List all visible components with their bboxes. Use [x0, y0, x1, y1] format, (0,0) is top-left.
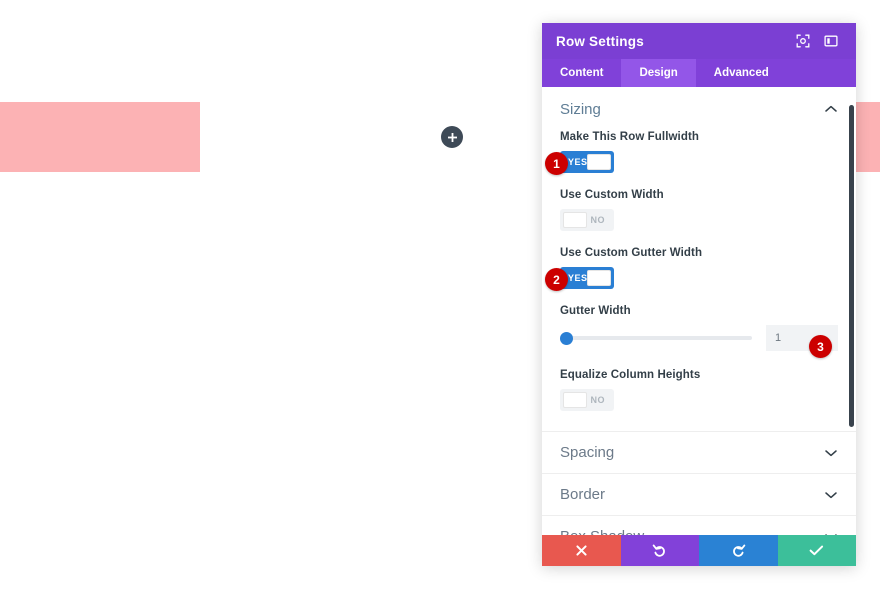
toggle-use-custom-gutter-width[interactable]: YES	[560, 267, 614, 289]
toggle-knob	[563, 212, 587, 228]
field-make-row-fullwidth: Make This Row Fullwidth 1 YES	[545, 131, 838, 175]
field-use-custom-gutter-width: Use Custom Gutter Width 2 YES	[545, 247, 838, 291]
section-title-sizing: Sizing	[560, 100, 601, 118]
section-title-box-shadow: Box Shadow	[560, 528, 824, 535]
label-use-custom-width: Use Custom Width	[560, 189, 664, 201]
chevron-down-icon	[824, 488, 838, 502]
redo-icon	[731, 543, 746, 558]
save-button[interactable]	[777, 535, 856, 566]
toggle-value-make-row-fullwidth: YES	[568, 157, 588, 167]
label-gutter-width: Gutter Width	[560, 305, 631, 317]
focus-target-icon	[796, 34, 810, 48]
undo-button[interactable]	[620, 535, 699, 566]
row-settings-panel: Row Settings Content Design Advanced Siz…	[542, 23, 856, 566]
section-title-spacing: Spacing	[560, 444, 615, 461]
label-equalize-column-heights: Equalize Column Heights	[560, 369, 701, 381]
content-row-block	[0, 102, 200, 172]
label-make-row-fullwidth: Make This Row Fullwidth	[560, 131, 700, 143]
plus-icon	[447, 132, 458, 143]
toggle-equalize-column-heights[interactable]: NO	[560, 389, 614, 411]
redo-button[interactable]	[699, 535, 778, 566]
toggle-value-use-custom-width: NO	[590, 215, 605, 225]
slider-track	[560, 336, 752, 340]
panel-footer	[542, 535, 856, 566]
panel-layout-icon-button[interactable]	[820, 30, 842, 52]
panel-title: Row Settings	[556, 33, 644, 49]
toggle-knob	[587, 154, 611, 170]
step-badge-2: 2	[545, 268, 568, 291]
toggle-value-equalize-column-heights: NO	[590, 395, 605, 405]
add-row-button[interactable]	[441, 126, 463, 148]
content-row-block-right-edge	[856, 102, 880, 172]
step-badge-1: 1	[545, 152, 568, 175]
panel-scrollbar[interactable]	[849, 105, 854, 427]
close-icon	[575, 544, 588, 557]
tab-content[interactable]: Content	[542, 59, 621, 87]
chevron-down-icon	[824, 446, 838, 460]
chevron-down-icon	[824, 530, 838, 535]
panel-header: Row Settings	[542, 23, 856, 59]
panel-layout-icon	[824, 34, 838, 48]
label-use-custom-gutter-width: Use Custom Gutter Width	[560, 247, 703, 259]
field-equalize-column-heights: Equalize Column Heights NO	[560, 369, 838, 411]
check-icon	[809, 544, 824, 557]
tab-advanced[interactable]: Advanced	[696, 59, 787, 87]
gutter-width-slider[interactable]	[560, 329, 752, 347]
chevron-up-icon	[824, 102, 838, 116]
panel-body: Sizing Make This Row Fullwidth 1 YES Use…	[542, 87, 856, 535]
undo-icon	[652, 543, 667, 558]
slider-handle[interactable]	[560, 331, 573, 345]
section-content-sizing: Make This Row Fullwidth 1 YES Use Custom…	[542, 127, 856, 431]
gutter-width-control-row	[560, 325, 838, 351]
panel-tabs: Content Design Advanced	[542, 59, 856, 87]
toggle-make-row-fullwidth[interactable]: YES	[560, 151, 614, 173]
cancel-button[interactable]	[542, 535, 621, 566]
toggle-value-use-custom-gutter-width: YES	[568, 273, 588, 283]
toggle-knob	[587, 270, 611, 286]
section-header-spacing[interactable]: Spacing	[542, 431, 856, 474]
toggle-knob	[563, 392, 587, 408]
field-gutter-width: Gutter Width 3	[560, 305, 838, 358]
section-header-box-shadow[interactable]: Box Shadow	[542, 516, 856, 535]
field-use-custom-width: Use Custom Width NO	[560, 189, 838, 231]
focus-target-icon-button[interactable]	[792, 30, 814, 52]
tab-design[interactable]: Design	[621, 59, 696, 87]
section-header-border[interactable]: Border	[542, 474, 856, 516]
toggle-use-custom-width[interactable]: NO	[560, 209, 614, 231]
step-badge-3: 3	[809, 335, 832, 358]
section-title-border: Border	[560, 486, 606, 503]
section-header-sizing[interactable]: Sizing	[542, 87, 856, 127]
